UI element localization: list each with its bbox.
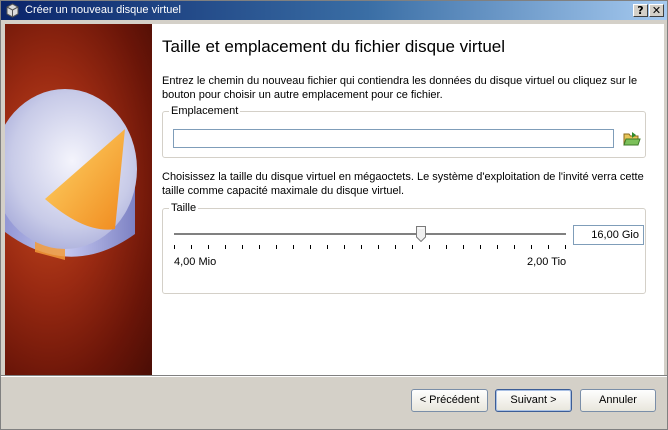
cancel-button[interactable]: Annuler — [580, 389, 656, 412]
slider-tick — [208, 245, 209, 249]
location-group: Emplacement — [162, 105, 646, 158]
slider-max-label: 2,00 Tio — [527, 256, 567, 268]
back-button[interactable]: < Précédent — [411, 389, 488, 412]
disk-pie-illustration — [5, 89, 137, 260]
slider-tick — [276, 245, 277, 249]
slider-tick — [514, 245, 515, 249]
location-group-label: Emplacement — [171, 105, 239, 117]
slider-tick — [361, 245, 362, 249]
slider-min-label: 4,00 Mio — [174, 256, 217, 268]
slider-tick — [259, 245, 260, 249]
page-title: Taille et emplacement du fichier disque … — [162, 37, 506, 56]
slider-tick — [463, 245, 464, 249]
slider-tick — [497, 245, 498, 249]
location-description: Entrez le chemin du nouveau fichier qui … — [162, 75, 638, 101]
footer-separator — [1, 375, 667, 377]
close-button[interactable]: ✕ — [649, 4, 664, 17]
slider-tick — [327, 245, 328, 249]
location-path-input[interactable] — [173, 129, 614, 148]
virtualbox-icon — [6, 3, 19, 18]
size-group: Taille 16,00 Gio 4,00 Mio 2,00 Tio — [162, 202, 646, 294]
next-button[interactable]: Suivant > — [495, 389, 572, 412]
size-group-label: Taille — [171, 202, 197, 214]
size-value-field[interactable]: 16,00 Gio — [573, 225, 644, 245]
size-slider-track[interactable] — [174, 233, 566, 236]
slider-tick — [378, 245, 379, 249]
wizard-content: Taille et emplacement du fichier disque … — [152, 24, 664, 375]
slider-tick — [531, 245, 532, 249]
size-description: Choisissez la taille du disque virtuel e… — [162, 171, 644, 197]
slider-tick — [395, 245, 396, 249]
slider-tick — [565, 245, 566, 249]
slider-tick — [480, 245, 481, 249]
slider-tick — [429, 245, 430, 249]
slider-tick — [446, 245, 447, 249]
slider-tick — [225, 245, 226, 249]
slider-tick — [310, 245, 311, 249]
slider-tick — [191, 245, 192, 249]
slider-tick — [242, 245, 243, 249]
size-slider-thumb[interactable] — [416, 226, 426, 242]
slider-tick — [344, 245, 345, 249]
slider-tick — [293, 245, 294, 249]
slider-tick — [548, 245, 549, 249]
slider-tick — [412, 245, 413, 249]
wizard-window: Créer un nouveau disque virtuel ? ✕ Tail… — [0, 0, 668, 430]
wizard-sidebar-art — [5, 24, 152, 375]
title-bar[interactable]: Créer un nouveau disque virtuel ? ✕ — [1, 1, 667, 20]
help-button[interactable]: ? — [633, 4, 648, 17]
window-title: Créer un nouveau disque virtuel — [25, 4, 181, 16]
folder-open-icon[interactable] — [623, 130, 641, 147]
slider-tick — [174, 245, 175, 249]
